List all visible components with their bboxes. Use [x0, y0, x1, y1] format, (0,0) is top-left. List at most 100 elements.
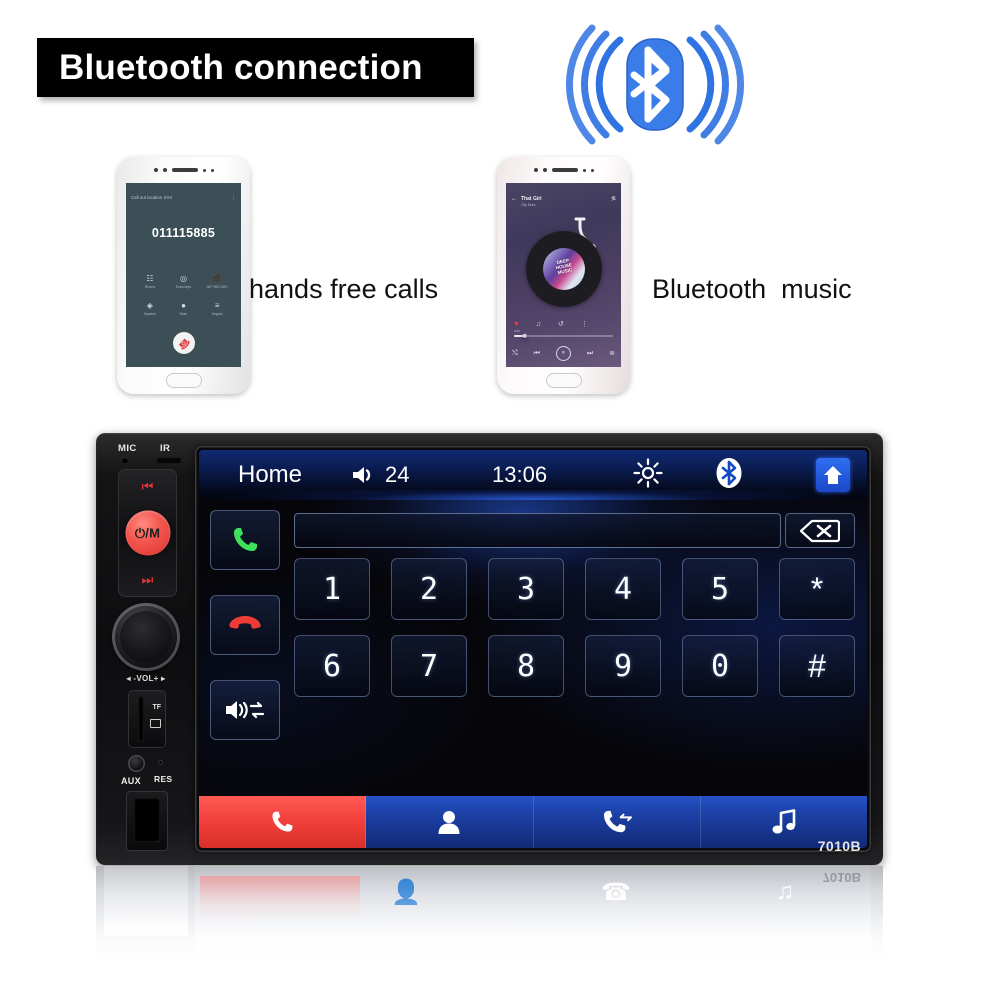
- ir-receiver-window: [157, 458, 181, 463]
- call-action[interactable]: ◎ Extra keys: [167, 275, 201, 290]
- res-label: RES: [154, 774, 173, 784]
- clock[interactable]: 13:06: [492, 462, 547, 488]
- backspace-icon: [800, 519, 840, 542]
- bluetooth-status-button[interactable]: [715, 456, 743, 495]
- touchscreen-display[interactable]: Home 24 13:06 1 2 3 4 5 * 6 7 8 9 0 #: [195, 446, 871, 852]
- power-mode-button[interactable]: ⏻/M: [125, 510, 170, 556]
- previous-icon[interactable]: ⏮: [534, 350, 540, 357]
- bluetooth-logo: [560, 22, 750, 147]
- key-hash[interactable]: #: [779, 635, 855, 697]
- backspace-button[interactable]: [785, 513, 855, 548]
- tf-card-slot[interactable]: TF: [128, 690, 166, 748]
- left-control-panel: MIC IR ⏮ ⏻/M ⏭ ◂ -VOL+ ▸ TF AUX RES: [104, 440, 188, 857]
- brightness-button[interactable]: [633, 457, 663, 493]
- aux-label: AUX: [121, 776, 141, 786]
- phone-status-bar: [126, 183, 241, 192]
- usb-port[interactable]: [126, 791, 168, 851]
- tab-contacts[interactable]: [366, 796, 534, 848]
- camera-dot: [162, 168, 167, 172]
- tab-dialpad[interactable]: [199, 796, 367, 848]
- call-actions-grid: ☷ Record ◎ Extra keys ⬛ NET RECORD ◈ Spe…: [133, 274, 234, 317]
- earpiece-slot: [551, 168, 578, 172]
- phone-screen-music: ← That Girl Olly Murs ≶ DEEP HOUSE MUSIC ♥…: [506, 183, 621, 367]
- next-icon[interactable]: ⏭: [587, 350, 593, 357]
- power-mode-label: ⏻/M: [134, 525, 161, 540]
- previous-track-button[interactable]: ⏮: [119, 480, 176, 493]
- phone-home-button[interactable]: [165, 373, 202, 388]
- key-1[interactable]: 1: [294, 558, 370, 620]
- call-action[interactable]: ● Mute: [167, 301, 201, 317]
- phone-bottom-bezel: [117, 367, 250, 394]
- net-record-icon: ⬛: [212, 274, 223, 283]
- phone-bluetooth-music: ← That Girl Olly Murs ≶ DEEP HOUSE MUSIC ♥…: [497, 157, 630, 394]
- marketing-image: Bluetooth connection Call out location X…: [0, 0, 1000, 1000]
- more-icon[interactable]: ⋮: [581, 321, 588, 328]
- key-5[interactable]: 5: [682, 558, 758, 620]
- shuffle-icon[interactable]: ⤭: [512, 350, 518, 357]
- key-0[interactable]: 0: [682, 635, 758, 697]
- call-action[interactable]: ⬛ NET RECORD: [200, 274, 234, 290]
- camera-dot: [542, 168, 547, 172]
- phone-handset-icon: [272, 811, 293, 832]
- number-input[interactable]: [294, 513, 781, 548]
- unit-reflection: 👤 ☎ ♫ 7010B: [96, 866, 883, 976]
- back-arrow-icon[interactable]: ←: [511, 196, 517, 202]
- heart-icon[interactable]: ♥: [514, 320, 519, 328]
- home-button[interactable]: [816, 458, 850, 492]
- pause-button[interactable]: ⏸: [555, 346, 571, 361]
- key-star[interactable]: *: [779, 558, 855, 620]
- call-action-label: NET RECORD: [206, 285, 228, 289]
- overflow-menu-icon[interactable]: ⋮: [231, 195, 236, 201]
- call-action[interactable]: ☷ Record: [133, 275, 167, 290]
- microphone-hole: [122, 457, 128, 463]
- key-4[interactable]: 4: [585, 558, 661, 620]
- album-art-text: DEEP HOUSE MUSIC: [554, 257, 573, 276]
- key-3[interactable]: 3: [488, 558, 564, 620]
- progress-slider[interactable]: 0:22: [514, 329, 613, 339]
- call-handset-icon: [234, 528, 257, 551]
- tab-call-history[interactable]: [534, 796, 701, 848]
- call-action[interactable]: ≡ Keypad: [200, 301, 234, 317]
- lyrics-icon[interactable]: ♫: [536, 321, 541, 328]
- volume-knob[interactable]: [112, 603, 180, 671]
- volume-value: 24: [385, 462, 410, 487]
- hangup-button[interactable]: [210, 595, 280, 655]
- album-art: DEEP HOUSE MUSIC: [542, 248, 585, 290]
- car-stereo-unit: MIC IR ⏮ ⏻/M ⏭ ◂ -VOL+ ▸ TF AUX RES Home…: [96, 433, 883, 865]
- call-action-label: Keypad: [211, 312, 223, 316]
- audio-transfer-button[interactable]: [210, 680, 280, 740]
- mute-icon: ●: [181, 301, 186, 310]
- key-8[interactable]: 8: [488, 635, 564, 697]
- call-action-label: Extra keys: [176, 285, 191, 289]
- status-home-label[interactable]: Home: [238, 461, 302, 489]
- speaker-icon: [353, 467, 371, 483]
- call-action[interactable]: ◈ Speaker: [133, 302, 167, 317]
- sensor-dot: [210, 168, 214, 172]
- track-artist: Olly Murs: [521, 203, 536, 207]
- progress-knob[interactable]: [522, 333, 528, 339]
- download-icon[interactable]: ↺: [558, 321, 564, 328]
- phone-bottom-bezel: [497, 367, 630, 394]
- key-2[interactable]: 2: [391, 558, 467, 620]
- next-track-button[interactable]: ⏭: [119, 573, 176, 586]
- playlist-icon[interactable]: ≣: [609, 350, 615, 357]
- key-7[interactable]: 7: [391, 635, 467, 697]
- aux-jack[interactable]: [128, 755, 145, 772]
- volume-indicator[interactable]: 24: [351, 462, 409, 488]
- phone-screen-call: Call out location XXX ⋮ 011115885 ☷ Reco…: [126, 183, 241, 367]
- contact-person-icon: [438, 811, 460, 834]
- tf-slot-opening: [138, 696, 144, 742]
- call-button[interactable]: [210, 510, 280, 570]
- key-6[interactable]: 6: [294, 635, 370, 697]
- end-call-icon: ☎: [175, 335, 193, 352]
- keypad-icon: ≡: [214, 301, 220, 310]
- key-9[interactable]: 9: [585, 635, 661, 697]
- reset-hole[interactable]: [158, 760, 163, 765]
- end-call-button[interactable]: ☎: [172, 332, 195, 354]
- sd-card-icon: [150, 719, 161, 728]
- call-action-label: Mute: [179, 312, 188, 316]
- phone-home-button[interactable]: [545, 373, 582, 388]
- caption-bluetooth-music: Bluetooth music: [652, 274, 852, 304]
- dialer-panel: 1 2 3 4 5 * 6 7 8 9 0 #: [199, 500, 867, 786]
- share-icon[interactable]: ≶: [611, 196, 616, 202]
